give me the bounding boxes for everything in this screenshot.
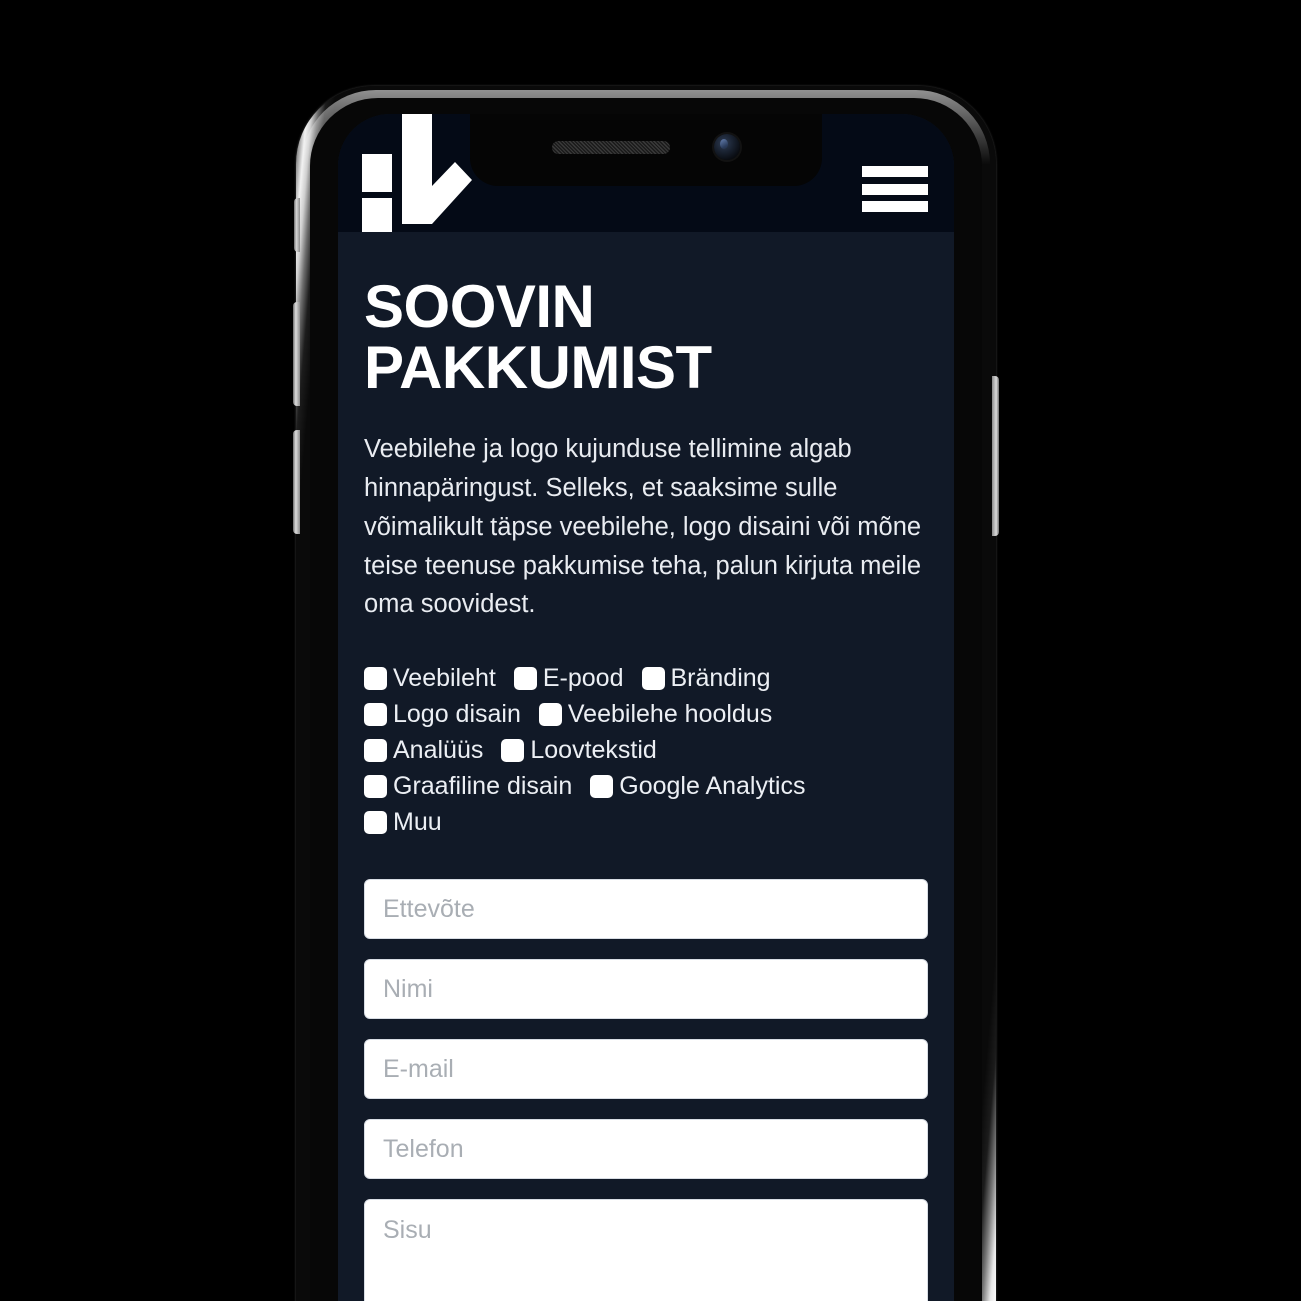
site-logo[interactable] [360,114,472,232]
speaker-grille-icon [552,140,670,154]
checkbox-row: Graafiline disain Google Analytics [364,774,928,799]
phone-device-mockup: SOOVIN PAKKUMIST Veebilehe ja logo kujun… [293,86,999,1301]
checkbox-label: Veebilehe hooldus [567,700,773,729]
checkbox-row: Logo disain Veebilehe hooldus [364,702,928,727]
checkbox-box-icon[interactable] [364,739,387,763]
hamburger-menu-icon[interactable] [862,166,928,212]
checkbox-item-graafiline-disain[interactable]: Graafiline disain [364,774,572,799]
checkbox-label: Google Analytics [619,772,806,801]
checkbox-item-veebilehe-hooldus[interactable]: Veebilehe hooldus [538,700,773,729]
front-camera-icon [714,134,740,160]
checkbox-item-analuus[interactable]: Analüüs [364,738,483,763]
checkbox-row: Analüüs Loovtekstid [364,738,928,763]
checkbox-label: Muu [393,808,442,837]
checkbox-label: Loovtekstid [530,736,657,765]
service-checkbox-group: Veebileht E-pood Bränding Logo disain Ve… [364,666,928,835]
company-placeholder: Ettevõte [383,894,475,923]
power-button[interactable] [992,376,999,536]
checkbox-box-icon[interactable] [364,703,387,727]
email-field[interactable]: E-mail [364,1039,928,1100]
checkbox-box-icon[interactable] [590,775,614,799]
hamburger-bar-3 [862,201,928,212]
volume-up-button[interactable] [293,302,300,406]
phone-screen: SOOVIN PAKKUMIST Veebilehe ja logo kujun… [338,114,954,1301]
message-textarea[interactable]: Sisu [364,1199,928,1301]
checkbox-item-loovtekstid[interactable]: Loovtekstid [501,736,657,765]
hamburger-bar-2 [862,183,928,195]
hamburger-bar-1 [862,166,928,177]
checkbox-box-icon[interactable] [364,775,387,799]
checkbox-item-branding[interactable]: Bränding [641,664,771,693]
page-content: SOOVIN PAKKUMIST Veebilehe ja logo kujun… [338,232,954,1301]
checkbox-label: E-pood [542,664,624,693]
checkbox-box-icon[interactable] [364,667,387,691]
phone-placeholder: Telefon [383,1134,464,1163]
page-title: SOOVIN PAKKUMIST [364,273,712,402]
checkbox-row: Muu [364,810,928,835]
checkbox-item-e-pood[interactable]: E-pood [513,664,624,693]
volume-down-button[interactable] [293,430,300,534]
checkbox-box-icon[interactable] [501,739,525,763]
phone-notch [470,114,822,186]
checkbox-label: Veebileht [393,664,496,693]
email-placeholder: E-mail [383,1054,454,1083]
checkbox-label: Bränding [670,664,771,693]
checkbox-box-icon[interactable] [513,667,537,691]
checkbox-label: Analüüs [393,736,484,765]
checkbox-item-google-analytics[interactable]: Google Analytics [590,774,805,799]
checkbox-item-veebileht[interactable]: Veebileht [364,666,496,691]
checkbox-item-muu[interactable]: Muu [364,810,442,835]
checkbox-item-logo-disain[interactable]: Logo disain [364,702,521,727]
message-placeholder: Sisu [383,1216,432,1245]
screenshot-canvas: SOOVIN PAKKUMIST Veebilehe ja logo kujun… [0,0,1301,1301]
phone-field[interactable]: Telefon [364,1119,928,1180]
company-field[interactable]: Ettevõte [364,879,928,940]
checkbox-label: Graafiline disain [393,772,573,801]
name-placeholder: Nimi [383,974,433,1003]
checkbox-row: Veebileht E-pood Bränding [364,666,928,691]
mute-switch-button[interactable] [294,198,300,252]
checkbox-label: Logo disain [393,700,521,729]
name-field[interactable]: Nimi [364,959,928,1020]
checkbox-box-icon[interactable] [364,811,387,835]
intro-paragraph: Veebilehe ja logo kujunduse tellimine al… [364,435,922,619]
checkbox-box-icon[interactable] [641,667,665,691]
contact-form: Ettevõte Nimi E-mail Telefon Sisu [364,879,928,1301]
checkbox-box-icon[interactable] [538,703,562,727]
